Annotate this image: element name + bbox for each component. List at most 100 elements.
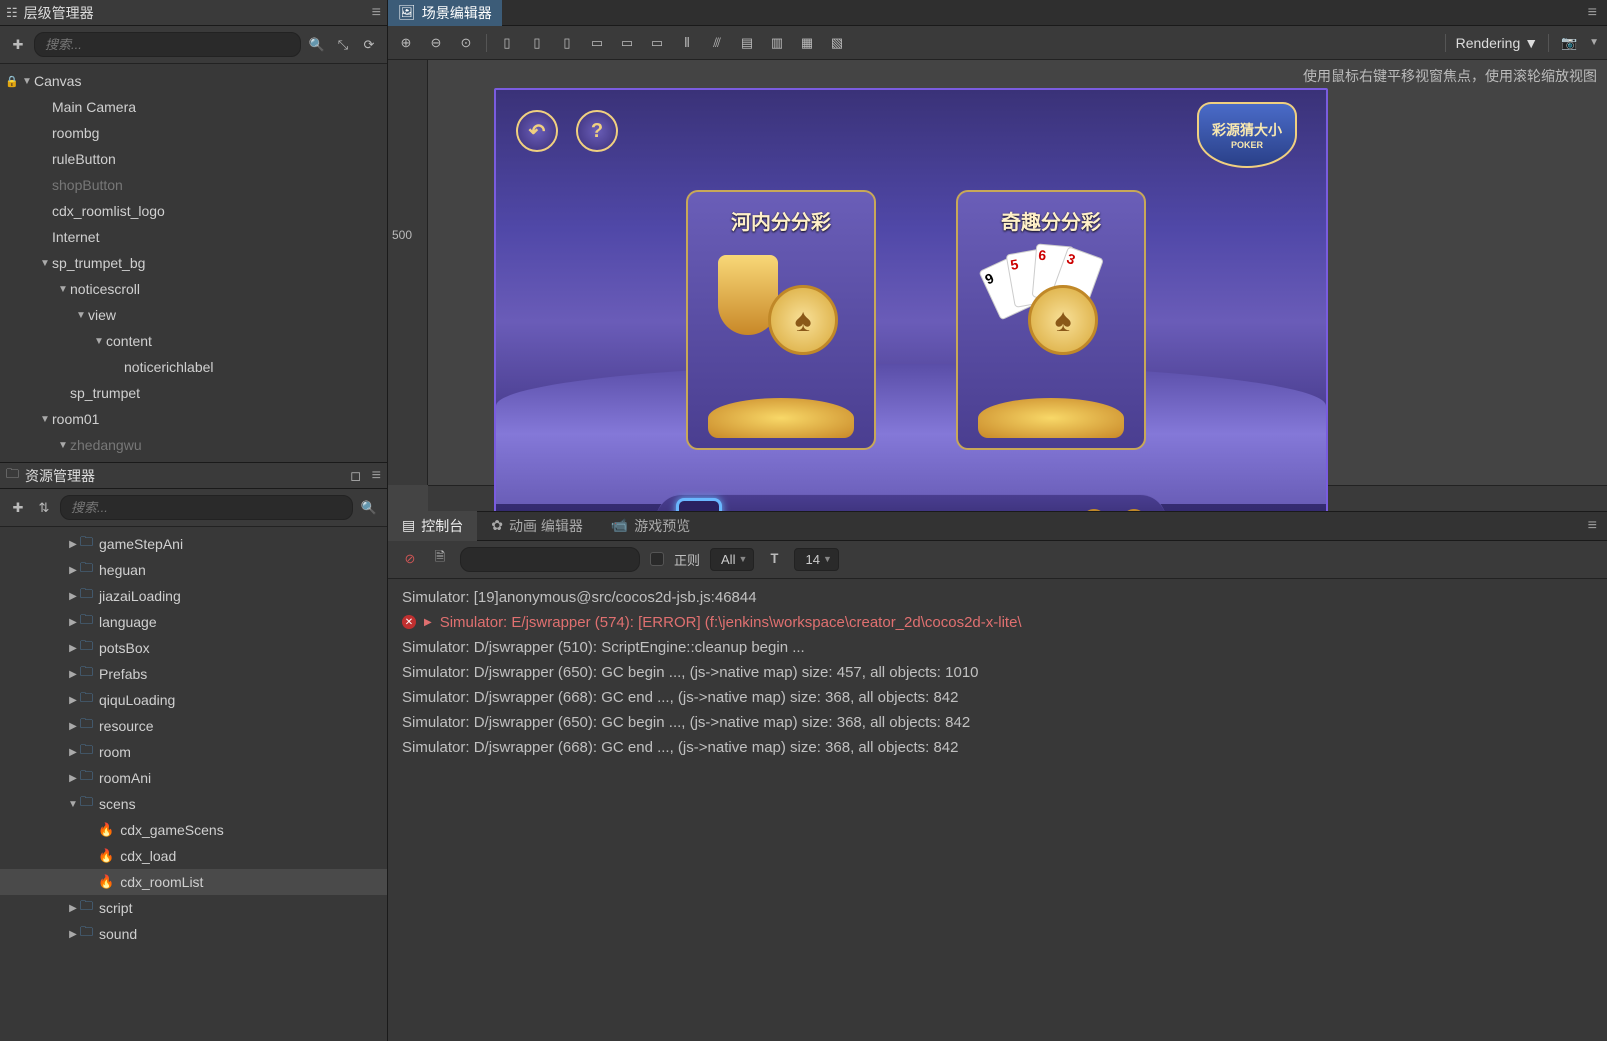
chevron-icon[interactable]: ▼ — [38, 258, 52, 269]
clear-console-button[interactable]: ⊘ — [400, 549, 420, 569]
chevron-icon[interactable]: ▶ — [66, 669, 80, 680]
chevron-icon[interactable]: ▼ — [38, 414, 52, 425]
add-node-button[interactable]: ✚ — [8, 35, 28, 55]
refresh-icon[interactable]: ⟳ — [359, 35, 379, 55]
avatar[interactable] — [676, 498, 722, 511]
expand-icon[interactable]: ▶ — [424, 617, 432, 628]
tab-console[interactable]: ▤ 控制台 — [388, 511, 477, 541]
chevron-icon[interactable]: ▼ — [56, 440, 70, 451]
hierarchy-item[interactable]: ▼sp_trumpet_bg — [0, 250, 387, 276]
log-line-error[interactable]: ✕▶Simulator: E/jswrapper (574): [ERROR] … — [388, 610, 1607, 635]
align-bottom-icon[interactable]: ▭ — [647, 33, 667, 53]
hierarchy-item[interactable]: ▼content — [0, 328, 387, 354]
asset-item[interactable]: ▶🗀qiquLoading — [0, 687, 387, 713]
chevron-icon[interactable]: ▶ — [66, 903, 80, 914]
hierarchy-item[interactable]: ▼room01 — [0, 406, 387, 432]
chevron-icon[interactable]: ▶ — [66, 617, 80, 628]
hierarchy-item[interactable]: noticerichlabel — [0, 354, 387, 380]
distribute-v-icon[interactable]: ⫻ — [707, 33, 727, 53]
scene-canvas[interactable]: 500 0 0 500 1,000 使用鼠标右键平移视窗焦点，使用滚轮缩放视图 … — [388, 60, 1607, 511]
collapse-icon[interactable]: ⤡ — [333, 35, 353, 55]
log-line[interactable]: Simulator: D/jswrapper (668): GC end ...… — [388, 685, 1607, 710]
log-line[interactable]: Simulator: [19]anonymous@src/cocos2d-jsb… — [388, 585, 1607, 610]
rendering-dropdown[interactable]: Rendering ▼ — [1456, 35, 1538, 51]
chevron-icon[interactable]: ▼ — [66, 799, 80, 810]
chevron-icon[interactable]: ▶ — [66, 929, 80, 940]
asset-item[interactable]: ▶🗀roomAni — [0, 765, 387, 791]
asset-item[interactable]: ▶🗀Prefabs — [0, 661, 387, 687]
layout-icon[interactable]: ▧ — [827, 33, 847, 53]
chevron-icon[interactable]: ▶ — [66, 773, 80, 784]
asset-item[interactable]: ▶🗀sound — [0, 921, 387, 947]
chevron-icon[interactable]: ▼ — [20, 76, 34, 87]
add-asset-button[interactable]: ✚ — [8, 498, 28, 518]
align-top-icon[interactable]: ▭ — [587, 33, 607, 53]
asset-item[interactable]: ▼🗀scens — [0, 791, 387, 817]
hierarchy-search-input[interactable] — [34, 32, 301, 57]
asset-item[interactable]: ▶🗀heguan — [0, 557, 387, 583]
panel-menu-icon[interactable]: ≡ — [1578, 4, 1607, 22]
chevron-icon[interactable]: ▶ — [66, 591, 80, 602]
hierarchy-item[interactable]: ▼noticescroll — [0, 276, 387, 302]
asset-item[interactable]: ▶🗀gameStepAni — [0, 531, 387, 557]
hierarchy-item[interactable]: ruleButton — [0, 146, 387, 172]
asset-item[interactable]: ▶🗀language — [0, 609, 387, 635]
chevron-icon[interactable]: ▼ — [92, 336, 106, 347]
chevron-icon[interactable]: ▶ — [66, 643, 80, 654]
chevron-icon[interactable]: ▶ — [66, 747, 80, 758]
chevron-icon[interactable]: ▼ — [56, 284, 70, 295]
console-output[interactable]: Simulator: [19]anonymous@src/cocos2d-jsb… — [388, 579, 1607, 1041]
font-size-dropdown[interactable]: 14 — [794, 548, 838, 571]
hierarchy-item[interactable]: sp_trumpet — [0, 380, 387, 406]
zoom-fit-icon[interactable]: ⊙ — [456, 33, 476, 53]
tab-animation[interactable]: ✿ 动画 编辑器 — [477, 511, 597, 541]
layout-icon[interactable]: ▥ — [767, 33, 787, 53]
add-currency-button[interactable]: + — [1122, 509, 1146, 511]
hierarchy-item[interactable]: cdx_roomlist_logo — [0, 198, 387, 224]
panel-menu-icon[interactable]: ≡ — [372, 4, 381, 22]
tab-scene-editor[interactable]: 🖼 场景编辑器 — [388, 0, 502, 26]
assets-search-input[interactable] — [60, 495, 353, 520]
hierarchy-item[interactable]: 🔒▼Canvas — [0, 68, 387, 94]
chevron-icon[interactable]: ▶ — [66, 539, 80, 550]
align-right-icon[interactable]: ▯ — [557, 33, 577, 53]
tab-game-preview[interactable]: 📹 游戏预览 — [597, 511, 704, 541]
log-line[interactable]: Simulator: D/jswrapper (510): ScriptEngi… — [388, 635, 1607, 660]
assets-tree[interactable]: ▶🗀gameStepAni▶🗀heguan▶🗀jiazaiLoading▶🗀la… — [0, 527, 387, 1041]
hierarchy-item[interactable]: Internet — [0, 224, 387, 250]
room-card-2[interactable]: 奇趣分分彩 9 5 6 3 ♠ — [956, 190, 1146, 450]
panel-menu-icon[interactable]: ≡ — [372, 467, 381, 485]
open-log-button[interactable]: 🗎 — [430, 549, 450, 569]
panel-menu-icon[interactable]: ≡ — [1578, 517, 1607, 535]
zoom-in-icon[interactable]: ⊕ — [396, 33, 416, 53]
asset-item[interactable]: 🔥cdx_load — [0, 843, 387, 869]
chevron-icon[interactable]: ▶ — [66, 695, 80, 706]
open-external-icon[interactable]: ◻ — [346, 466, 366, 486]
asset-item[interactable]: ▶🗀jiazaiLoading — [0, 583, 387, 609]
asset-item[interactable]: ▶🗀script — [0, 895, 387, 921]
console-filter-input[interactable] — [460, 547, 640, 572]
search-icon[interactable]: 🔍 — [359, 498, 379, 518]
regex-checkbox[interactable] — [650, 552, 664, 566]
asset-item[interactable]: 🔥cdx_roomList — [0, 869, 387, 895]
search-icon[interactable]: 🔍 — [307, 35, 327, 55]
chevron-icon[interactable]: ▼ — [74, 310, 88, 321]
chevron-icon[interactable]: ▶ — [66, 565, 80, 576]
distribute-h-icon[interactable]: ⫴ — [677, 33, 697, 53]
align-center-icon[interactable]: ▯ — [527, 33, 547, 53]
asset-item[interactable]: ▶🗀resource — [0, 713, 387, 739]
log-level-dropdown[interactable]: All — [710, 548, 754, 571]
hierarchy-item[interactable]: shopButton — [0, 172, 387, 198]
room-card-1[interactable]: 河内分分彩 ♠ — [686, 190, 876, 450]
help-button[interactable]: ? — [576, 110, 618, 152]
hierarchy-item[interactable]: ▼view — [0, 302, 387, 328]
hierarchy-item[interactable]: ▼zhedangwu — [0, 432, 387, 458]
sort-icon[interactable]: ⇅ — [34, 498, 54, 518]
log-line[interactable]: Simulator: D/jswrapper (650): GC begin .… — [388, 710, 1607, 735]
align-left-icon[interactable]: ▯ — [497, 33, 517, 53]
layout-icon[interactable]: ▤ — [737, 33, 757, 53]
game-preview-node[interactable]: ↶ ? 彩源猜大小 POKER 河内分分彩 ♠ — [494, 88, 1328, 511]
asset-item[interactable]: ▶🗀potsBox — [0, 635, 387, 661]
align-middle-icon[interactable]: ▭ — [617, 33, 637, 53]
asset-item[interactable]: 🔥cdx_gameScens — [0, 817, 387, 843]
